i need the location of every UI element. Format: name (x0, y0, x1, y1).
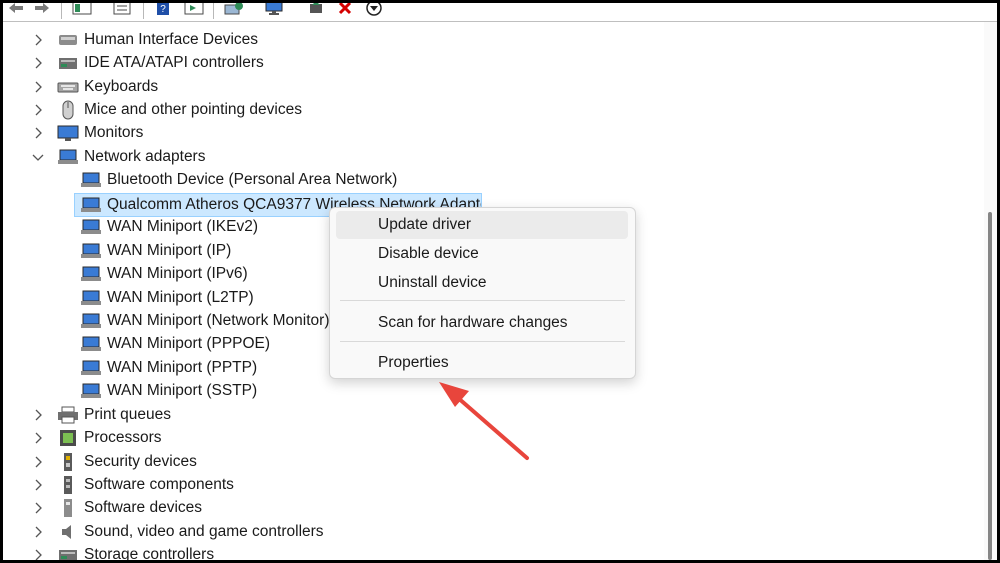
device-manager-window: ? Human Interface Devices IDE ATA/ATAPI … (0, 0, 1000, 563)
annotation-arrow-icon (439, 382, 529, 460)
